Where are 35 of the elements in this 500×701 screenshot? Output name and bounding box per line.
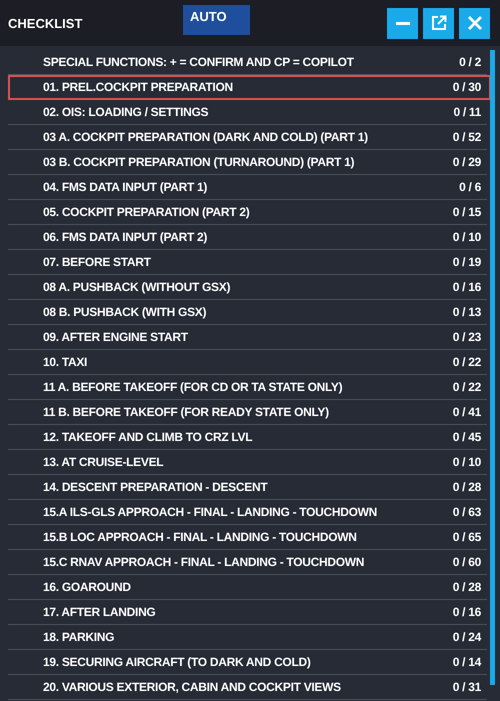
checklist-item[interactable]: 03 B. COCKPIT PREPARATION (TURNAROUND) (PART 1) 0 / 29	[8, 150, 487, 175]
minimize-icon	[396, 22, 410, 24]
checklist-item[interactable]: 15.B LOC APPROACH - FINAL - LANDING - TOUCHDOWN 0 / 65	[8, 525, 487, 550]
checklist-item[interactable]: 17. AFTER LANDING 0 / 16	[8, 600, 487, 625]
checklist-item[interactable]: 01. PREL.COCKPIT PREPARATION 0 / 30	[8, 75, 491, 100]
checklist-item[interactable]: 20. VARIOUS EXTERIOR, CABIN AND COCKPIT VIEWS 0 / 31	[8, 675, 487, 700]
pop-out-icon	[430, 15, 446, 31]
checklist-item[interactable]: 11 B. BEFORE TAKEOFF (FOR READY STATE ONLY) 0 / 41	[8, 400, 487, 425]
close-icon	[466, 15, 482, 31]
auto-mode-button[interactable]: AUTO	[183, 5, 250, 35]
checklist-item[interactable]: 08 A. PUSHBACK (WITHOUT GSX) 0 / 16	[8, 275, 487, 300]
checklist-item[interactable]: 03 A. COCKPIT PREPARATION (DARK AND COLD) (PART 1) 0 / 52	[8, 125, 487, 150]
window-title: CHECKLIST	[8, 16, 84, 30]
checklist-item[interactable]: 10. TAXI 0 / 22	[8, 350, 487, 375]
minimize-button[interactable]	[387, 8, 418, 38]
checklist-item[interactable]: 07. BEFORE START 0 / 19	[8, 250, 487, 275]
checklist-item[interactable]: 08 B. PUSHBACK (WITH GSX) 0 / 13	[8, 300, 487, 325]
checklist-item[interactable]: 18. PARKING 0 / 24	[8, 625, 487, 650]
close-button[interactable]	[459, 8, 490, 38]
checklist-item[interactable]: 14. DESCENT PREPARATION - DESCENT 0 / 28	[8, 475, 487, 500]
checklist-item[interactable]: SPECIAL FUNCTIONS: + = CONFIRM AND CP = COPILOT 0 / 2	[8, 50, 487, 75]
checklist-item[interactable]: 16. GOAROUND 0 / 28	[8, 575, 487, 600]
checklist-item[interactable]: 02. OIS: LOADING / SETTINGS 0 / 11	[8, 100, 487, 125]
checklist-item[interactable]: 09. AFTER ENGINE START 0 / 23	[8, 325, 487, 350]
checklist-item[interactable]: 15.C RNAV APPROACH - FINAL - LANDING - TOUCHDOWN 0 / 60	[8, 550, 487, 575]
checklist-item[interactable]: 04. FMS DATA INPUT (PART 1) 0 / 6	[8, 175, 487, 200]
checklist-item[interactable]: 13. AT CRUISE-LEVEL 0 / 10	[8, 450, 487, 475]
checklist-item[interactable]: 19. SECURING AIRCRAFT (TO DARK AND COLD) 0 / 14	[8, 650, 487, 675]
checklist-item[interactable]: 11 A. BEFORE TAKEOFF (FOR CD OR TA STATE ONLY) 0 / 22	[8, 375, 487, 400]
checklist-item[interactable]: 05. COCKPIT PREPARATION (PART 2) 0 / 15	[8, 200, 487, 225]
checklist-item[interactable]: 15.A ILS-GLS APPROACH - FINAL - LANDING - TOUCHDOWN 0 / 63	[8, 500, 487, 525]
checklist-item[interactable]: 06. FMS DATA INPUT (PART 2) 0 / 10	[8, 225, 487, 250]
pop-out-button[interactable]	[423, 8, 454, 38]
checklist-item[interactable]: 12. TAKEOFF AND CLIMB TO CRZ LVL 0 / 45	[8, 425, 487, 450]
scrollbar-thumb[interactable]	[490, 50, 495, 685]
